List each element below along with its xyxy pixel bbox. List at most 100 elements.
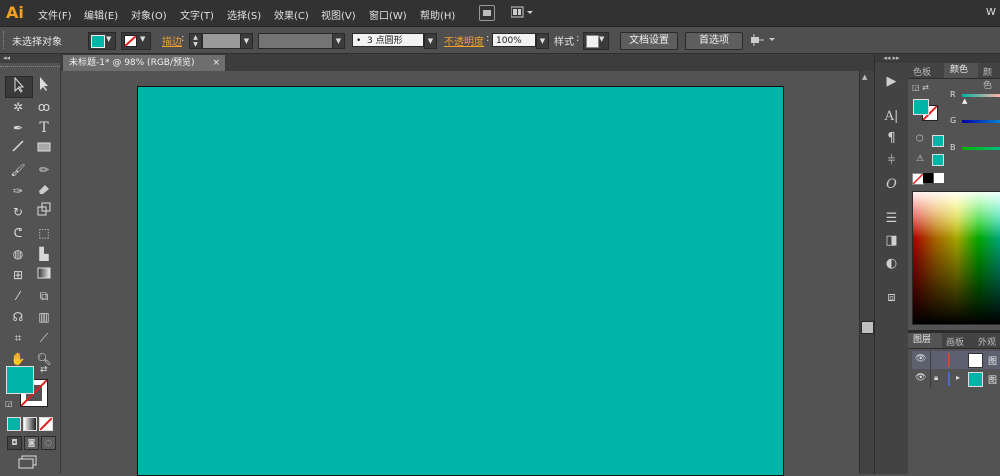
default-fill-stroke-icon[interactable]: ◲ <box>5 399 13 408</box>
scale-tool-icon[interactable] <box>31 202 57 222</box>
brush-definition[interactable]: • 3 点圆形 <box>352 33 424 47</box>
eyedropper-tool-icon[interactable]: ⁄ <box>5 286 31 306</box>
close-tab-icon[interactable]: × <box>212 55 220 71</box>
screen-mode-icon[interactable] <box>18 455 40 469</box>
visibility-eye-icon[interactable]: 👁︎ <box>915 354 926 364</box>
scrollbar-thumb[interactable] <box>861 321 874 334</box>
bridge-icon[interactable] <box>479 5 495 21</box>
out-of-gamut-icon[interactable]: ⚠ <box>916 154 924 164</box>
character-panel-icon[interactable]: A| <box>875 106 908 128</box>
mesh-tool-icon[interactable]: ⊞ <box>5 265 31 285</box>
artboard-tool-icon[interactable]: ⌗ <box>5 328 31 348</box>
pencil-tool-icon[interactable]: ✏ <box>31 160 57 180</box>
tab-artboards[interactable]: 画板 <box>946 335 964 348</box>
visibility-eye-icon[interactable]: 👁︎ <box>915 373 926 383</box>
graphic-style-dropdown[interactable]: ▼ <box>583 32 609 50</box>
menu-view[interactable]: 视图(V) <box>321 7 356 22</box>
web-safe-swatch[interactable] <box>932 135 944 147</box>
gradient-tool-icon[interactable] <box>31 265 57 285</box>
vertical-scrollbar[interactable]: ▲ <box>859 71 874 474</box>
column-graph-tool-icon[interactable]: ▥ <box>31 307 57 327</box>
fill-color-box[interactable] <box>6 366 34 394</box>
green-slider[interactable] <box>962 120 1000 123</box>
stroke-label[interactable]: 描边 <box>162 33 182 48</box>
tab-swatches[interactable]: 色板 <box>913 65 931 78</box>
scroll-up-icon[interactable]: ▲ <box>862 73 867 81</box>
white-swatch[interactable] <box>934 173 944 183</box>
red-slider-thumb[interactable]: ▲ <box>962 97 967 105</box>
workspace-switcher[interactable]: W <box>986 7 996 18</box>
fill-swatch-dropdown[interactable]: ▼ <box>88 32 116 50</box>
blob-brush-tool-icon[interactable]: ✑ <box>5 181 31 201</box>
stroke-weight-stepper[interactable]: ▲ ▼ <box>189 33 202 49</box>
symbol-sprayer-tool-icon[interactable]: ☊ <box>5 307 31 327</box>
draw-normal-icon[interactable]: ◘ <box>7 436 22 450</box>
pen-tool-icon[interactable]: ✒ <box>5 118 31 138</box>
play-action-icon[interactable]: ▶ <box>875 71 908 93</box>
magic-wand-tool-icon[interactable]: ✲ <box>5 97 31 117</box>
gradient-panel-icon[interactable]: ◨ <box>875 230 908 252</box>
none-mode-icon[interactable] <box>39 417 53 431</box>
opacity-input[interactable]: 100% <box>492 33 536 47</box>
opacity-dropdown[interactable]: ▼ <box>536 33 549 49</box>
draw-inside-icon[interactable]: ◌ <box>41 436 56 450</box>
paintbrush-tool-icon[interactable]: 🖌 <box>5 160 31 180</box>
black-swatch[interactable] <box>923 173 933 183</box>
stroke-weight-dropdown[interactable]: ▼ <box>240 33 253 49</box>
collapse-dock-icon[interactable]: ◂◂ ▸▸ <box>875 54 908 63</box>
menu-help[interactable]: 帮助(H) <box>420 7 455 22</box>
menu-select[interactable]: 选择(S) <box>227 7 261 22</box>
color-spectrum[interactable] <box>912 191 1000 325</box>
layer-name[interactable]: 图 <box>988 373 997 386</box>
rectangle-tool-icon[interactable] <box>31 139 57 159</box>
gamut-swatch[interactable] <box>932 154 944 166</box>
eraser-tool-icon[interactable] <box>31 181 57 201</box>
layer-row-2[interactable]: 👁︎ 🔒︎ ▸ 图 <box>912 370 1000 388</box>
tab-color-guide[interactable]: 颜色 <box>983 65 1000 91</box>
free-transform-tool-icon[interactable]: ⬚ <box>31 223 57 243</box>
opacity-label[interactable]: 不透明度 <box>444 33 484 48</box>
transparency-panel-icon[interactable]: ◐ <box>875 253 908 275</box>
layer-name[interactable]: 图 <box>988 354 997 367</box>
variable-width-dropdown[interactable]: ▼ <box>332 33 345 49</box>
expand-arrow-icon[interactable]: ▸ <box>956 373 960 382</box>
swap-fill-stroke-icon[interactable]: ⇄ <box>40 365 48 375</box>
opentype-panel-icon[interactable]: O <box>875 174 908 196</box>
rotate-tool-icon[interactable]: ↻ <box>5 202 31 222</box>
stroke-swatch-dropdown[interactable]: ▼ <box>121 32 151 50</box>
paragraph-panel-icon[interactable]: ¶ <box>875 128 908 150</box>
red-slider[interactable] <box>962 94 1000 97</box>
lasso-tool-icon[interactable]: ꝏ <box>31 97 57 117</box>
line-segment-tool-icon[interactable] <box>5 139 31 159</box>
default-colors-icon[interactable]: ◲ ⇄ <box>912 83 929 92</box>
menu-window[interactable]: 窗口(W) <box>369 7 407 22</box>
layer-row-1[interactable]: 👁︎ 图 <box>912 351 1000 369</box>
blend-tool-icon[interactable]: ⧉ <box>31 286 57 306</box>
menu-object[interactable]: 对象(O) <box>131 7 167 22</box>
stroke-panel-icon[interactable]: ☰ <box>875 208 908 230</box>
tab-color[interactable]: 颜色 <box>944 63 978 78</box>
menu-type[interactable]: 文字(T) <box>180 7 214 22</box>
menu-edit[interactable]: 编辑(E) <box>84 7 118 22</box>
variable-width-profile[interactable] <box>258 33 334 49</box>
shape-builder-tool-icon[interactable]: ◍ <box>5 244 31 264</box>
out-of-web-color-icon[interactable]: ⬡ <box>916 134 924 144</box>
type-tool-icon[interactable]: T <box>31 118 57 138</box>
direct-selection-tool-icon[interactable] <box>31 76 57 96</box>
panel-fill-swatch[interactable] <box>913 99 929 115</box>
align-options-icon[interactable] <box>750 33 778 47</box>
warp-tool-icon[interactable]: ᕦ <box>5 223 31 243</box>
tab-layers[interactable]: 图层 <box>908 333 942 348</box>
arrange-documents-icon[interactable] <box>510 5 533 19</box>
selection-tool-icon[interactable] <box>5 76 33 98</box>
brush-dropdown[interactable]: ▼ <box>424 33 437 49</box>
menu-file[interactable]: 文件(F) <box>38 7 72 22</box>
slice-tool-icon[interactable]: ⟋ <box>31 328 57 348</box>
blue-slider[interactable] <box>962 147 1000 150</box>
draw-behind-icon[interactable]: ◙ <box>24 436 39 450</box>
menu-effect[interactable]: 效果(C) <box>274 7 309 22</box>
gradient-mode-icon[interactable] <box>23 417 37 431</box>
preferences-button[interactable]: 首选项 <box>685 32 743 50</box>
lock-icon[interactable]: 🔒︎ <box>934 373 938 383</box>
collapse-toolbar-icon[interactable]: ◂◂ <box>0 54 63 63</box>
